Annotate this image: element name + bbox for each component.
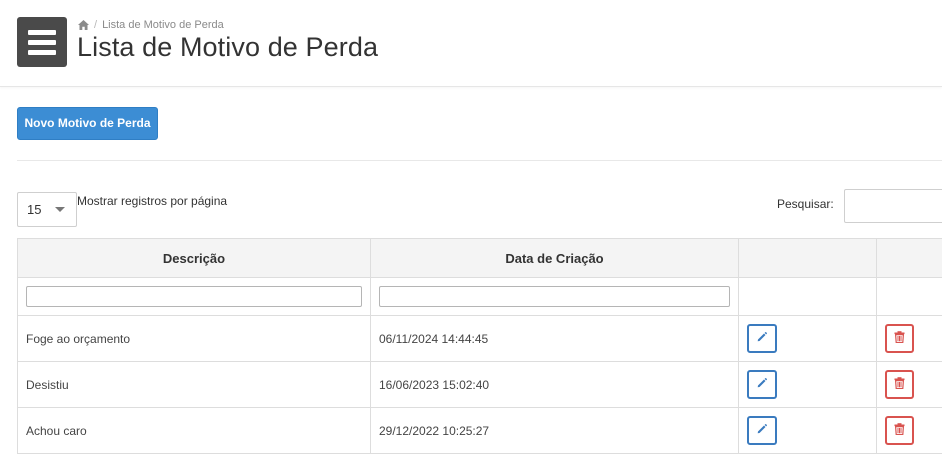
edit-button[interactable]: [747, 324, 777, 353]
page-header: / Lista de Motivo de Perda Lista de Moti…: [0, 0, 942, 87]
pencil-icon: [756, 423, 768, 438]
breadcrumb-current: Lista de Motivo de Perda: [102, 19, 224, 31]
divider: [17, 160, 942, 161]
page-title: Lista de Motivo de Perda: [77, 32, 379, 62]
table-row: Achou caro 29/12/2022 10:25:27: [17, 407, 942, 454]
search-input[interactable]: [844, 189, 942, 223]
created-cell: 16/06/2023 15:02:40: [370, 361, 739, 408]
pencil-icon: [756, 377, 768, 392]
description-cell: Desistiu: [17, 361, 371, 408]
per-page-label: Mostrar registros por página: [77, 194, 228, 208]
page-size-select[interactable]: 15: [17, 192, 77, 227]
trash-icon: [894, 331, 905, 346]
table-row: Desistiu 16/06/2023 15:02:40: [17, 361, 942, 408]
breadcrumb: / Lista de Motivo de Perda: [78, 19, 224, 31]
column-header-delete: [876, 238, 942, 278]
pencil-icon: [756, 331, 768, 346]
description-filter-input[interactable]: [26, 286, 362, 307]
trash-icon: [894, 423, 905, 438]
delete-button[interactable]: [885, 416, 914, 445]
chevron-down-icon: [55, 207, 65, 212]
created-cell: 06/11/2024 14:44:45: [370, 315, 739, 362]
hamburger-menu-icon[interactable]: [17, 17, 67, 67]
page-size-value: 15: [27, 202, 42, 217]
column-header-created[interactable]: Data de Criação: [370, 238, 739, 278]
reasons-table: Descrição Data de Criação Foge ao orçame…: [17, 238, 942, 454]
table-row: Foge ao orçamento 06/11/2024 14:44:45: [17, 315, 942, 362]
trash-icon: [894, 377, 905, 392]
filter-row: [17, 277, 942, 316]
delete-button[interactable]: [885, 324, 914, 353]
column-header-description[interactable]: Descrição: [17, 238, 371, 278]
delete-button[interactable]: [885, 370, 914, 399]
description-cell: Foge ao orçamento: [17, 315, 371, 362]
new-reason-button[interactable]: Novo Motivo de Perda: [17, 107, 158, 140]
description-cell: Achou caro: [17, 407, 371, 454]
search-label: Pesquisar:: [777, 197, 834, 211]
created-filter-input[interactable]: [379, 286, 730, 307]
created-cell: 29/12/2022 10:25:27: [370, 407, 739, 454]
home-icon[interactable]: [78, 20, 89, 30]
edit-button[interactable]: [747, 416, 777, 445]
edit-button[interactable]: [747, 370, 777, 399]
column-header-edit: [738, 238, 877, 278]
